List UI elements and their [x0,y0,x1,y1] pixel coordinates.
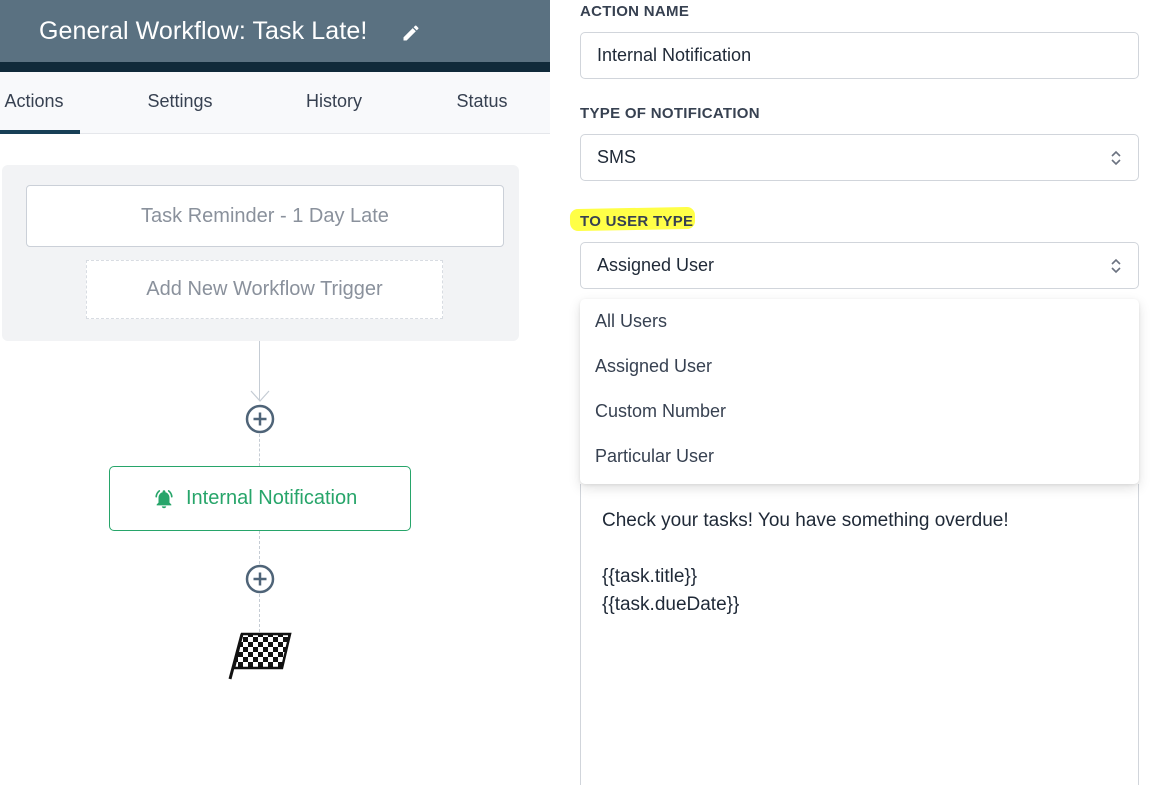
tab-settings[interactable]: Settings [135,72,225,134]
bell-ring-icon [155,490,173,509]
chevron-up-down-icon [1111,150,1121,166]
message-line: {{task.dueDate}} [602,594,740,615]
notification-type-value: SMS [597,147,637,167]
arrow-down-icon [250,390,270,402]
notification-type-select[interactable]: SMS [580,134,1139,181]
add-action-plus-icon[interactable] [245,564,275,594]
finish-flag-icon [228,632,292,680]
add-action-plus-icon[interactable] [245,404,275,434]
dropdown-option-all-users[interactable]: All Users [595,311,667,332]
chevron-up-down-icon [1111,258,1121,274]
add-trigger-button[interactable]: Add New Workflow Trigger [86,260,443,319]
connector-line [259,434,260,466]
user-type-select[interactable]: Assigned User [580,242,1139,289]
message-line: {{task.title}} [602,566,698,587]
connector-line [259,531,260,564]
action-name-label: ACTION NAME [580,3,690,20]
user-type-value: Assigned User [597,255,715,275]
dropdown-option-custom-number[interactable]: Custom Number [595,401,726,422]
pencil-edit-icon[interactable] [401,23,421,43]
user-type-dropdown: All Users Assigned User Custom Number Pa… [580,299,1139,484]
connector-line [259,594,260,632]
workflow-title: General Workflow: Task Late! [39,17,368,45]
message-textarea[interactable]: Check your tasks! You have something ove… [580,484,1139,785]
workflow-header: General Workflow: Task Late! [0,0,550,72]
user-type-label: TO USER TYPE [580,213,694,230]
message-line: Check your tasks! You have something ove… [602,510,1009,531]
dropdown-option-assigned-user[interactable]: Assigned User [595,356,712,377]
action-name-input[interactable]: Internal Notification [580,32,1139,79]
tab-actions[interactable]: Actions [0,72,80,134]
action-card-label: Internal Notification [186,487,358,509]
notification-type-label: TYPE OF NOTIFICATION [580,105,760,122]
action-card-internal-notification[interactable]: Internal Notification [109,466,411,531]
workflow-tabs: Actions Settings History Status [0,72,550,134]
tab-history[interactable]: History [294,72,374,134]
workflow-header-bar: General Workflow: Task Late! [0,0,550,62]
dropdown-option-particular-user[interactable]: Particular User [595,446,714,467]
tab-status[interactable]: Status [447,72,517,134]
workflow-builder-pane: General Workflow: Task Late! Actions Set… [0,0,550,785]
action-settings-pane: ACTION NAME Internal Notification TYPE O… [550,0,1165,785]
trigger-card[interactable]: Task Reminder - 1 Day Late [26,185,504,247]
